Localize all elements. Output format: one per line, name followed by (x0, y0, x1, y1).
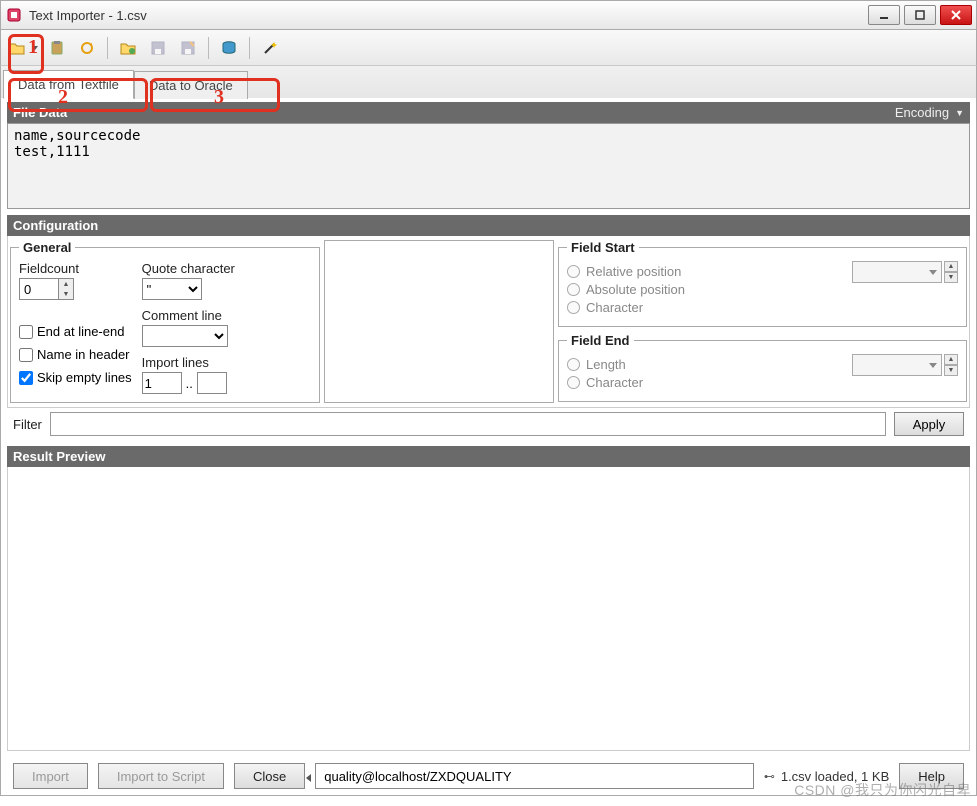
maximize-button[interactable] (904, 5, 936, 25)
quote-char-select[interactable]: " (142, 278, 202, 300)
import-lines-to-input[interactable] (197, 372, 227, 394)
general-legend: General (19, 240, 75, 255)
apply-button[interactable]: Apply (894, 412, 964, 436)
database-icon[interactable] (217, 36, 241, 60)
encoding-dropdown-icon[interactable]: ▼ (955, 108, 964, 118)
import-button[interactable]: Import (13, 763, 88, 789)
file-data-content: name,sourcecode test,1111 (7, 123, 970, 209)
end-at-line-end-label: End at line-end (37, 324, 124, 339)
content-area: File Data Encoding ▼ name,sourcecode tes… (0, 98, 977, 796)
comment-line-select[interactable] (142, 325, 228, 347)
name-in-header-label: Name in header (37, 347, 130, 362)
file-data-header: File Data Encoding ▼ (7, 102, 970, 123)
window-title: Text Importer - 1.csv (29, 8, 868, 23)
field-start-legend: Field Start (567, 240, 639, 255)
close-button[interactable]: Close (234, 763, 305, 789)
field-start-fieldset: Field Start Relative position Absolute p… (558, 240, 967, 327)
open-file-icon[interactable] (5, 36, 29, 60)
toolbar (0, 30, 977, 66)
field-start-value-combo[interactable] (852, 261, 942, 283)
file-data-title: File Data (13, 105, 67, 120)
field-end-value-spinner[interactable]: ▲▼ (944, 354, 958, 376)
field-end-character-radio[interactable] (567, 376, 580, 389)
field-start-absolute-radio[interactable] (567, 283, 580, 296)
refresh-icon[interactable] (75, 36, 99, 60)
filter-label: Filter (13, 417, 42, 432)
result-preview-title: Result Preview (13, 449, 106, 464)
field-start-character-label: Character (586, 300, 643, 315)
configuration-header: Configuration (7, 215, 970, 236)
app-icon (5, 6, 23, 24)
file-status-icon: ⊷ (764, 770, 775, 783)
skip-empty-lines-checkbox[interactable] (19, 371, 33, 385)
import-lines-label: Import lines (142, 355, 235, 370)
result-preview-header: Result Preview (7, 446, 970, 467)
paste-icon[interactable] (45, 36, 69, 60)
field-end-legend: Field End (567, 333, 634, 348)
result-preview-body (7, 467, 970, 751)
wizard-icon[interactable] (258, 36, 282, 60)
fieldcount-spinner[interactable]: ▲▼ (59, 278, 74, 300)
configuration-title: Configuration (13, 218, 98, 233)
tab-data-from-textfile[interactable]: Data from Textfile (3, 70, 134, 99)
fieldcount-label: Fieldcount (19, 261, 132, 276)
import-lines-separator: .. (186, 376, 193, 391)
field-start-value-spinner[interactable]: ▲▼ (944, 261, 958, 283)
connection-selector[interactable]: quality@localhost/ZXDQUALITY (315, 763, 754, 789)
comment-line-label: Comment line (142, 308, 235, 323)
fieldcount-input[interactable] (19, 278, 59, 300)
field-start-relative-label: Relative position (586, 264, 681, 279)
filter-input[interactable] (50, 412, 886, 436)
field-end-length-radio[interactable] (567, 358, 580, 371)
field-start-absolute-label: Absolute position (586, 282, 685, 297)
name-in-header-checkbox[interactable] (19, 348, 33, 362)
import-lines-from-input[interactable] (142, 372, 182, 394)
field-end-length-label: Length (586, 357, 626, 372)
minimize-button[interactable] (868, 5, 900, 25)
import-to-script-button[interactable]: Import to Script (98, 763, 224, 789)
save-icon[interactable] (146, 36, 170, 60)
fields-listbox[interactable] (324, 240, 554, 403)
end-at-line-end-checkbox[interactable] (19, 325, 33, 339)
connection-text: quality@localhost/ZXDQUALITY (324, 769, 511, 784)
watermark: CSDN @我只为你闪光自卑 (794, 780, 971, 800)
open-file-dropdown-icon[interactable] (31, 44, 39, 52)
close-window-button[interactable] (940, 5, 972, 25)
tab-bar: Data from Textfile Data to Oracle (0, 66, 977, 98)
open-config-icon[interactable] (116, 36, 140, 60)
save-as-icon[interactable] (176, 36, 200, 60)
field-start-character-radio[interactable] (567, 301, 580, 314)
field-end-fieldset: Field End Length Character ▲▼ (558, 333, 967, 402)
quote-char-label: Quote character (142, 261, 235, 276)
field-start-relative-radio[interactable] (567, 265, 580, 278)
field-end-character-label: Character (586, 375, 643, 390)
skip-empty-lines-label: Skip empty lines (37, 370, 132, 385)
field-end-value-combo[interactable] (852, 354, 942, 376)
encoding-label[interactable]: Encoding (895, 105, 949, 120)
titlebar: Text Importer - 1.csv (0, 0, 977, 30)
tab-data-to-oracle[interactable]: Data to Oracle (134, 71, 248, 99)
general-fieldset: General Fieldcount ▲▼ End at line-end Na… (10, 240, 320, 403)
